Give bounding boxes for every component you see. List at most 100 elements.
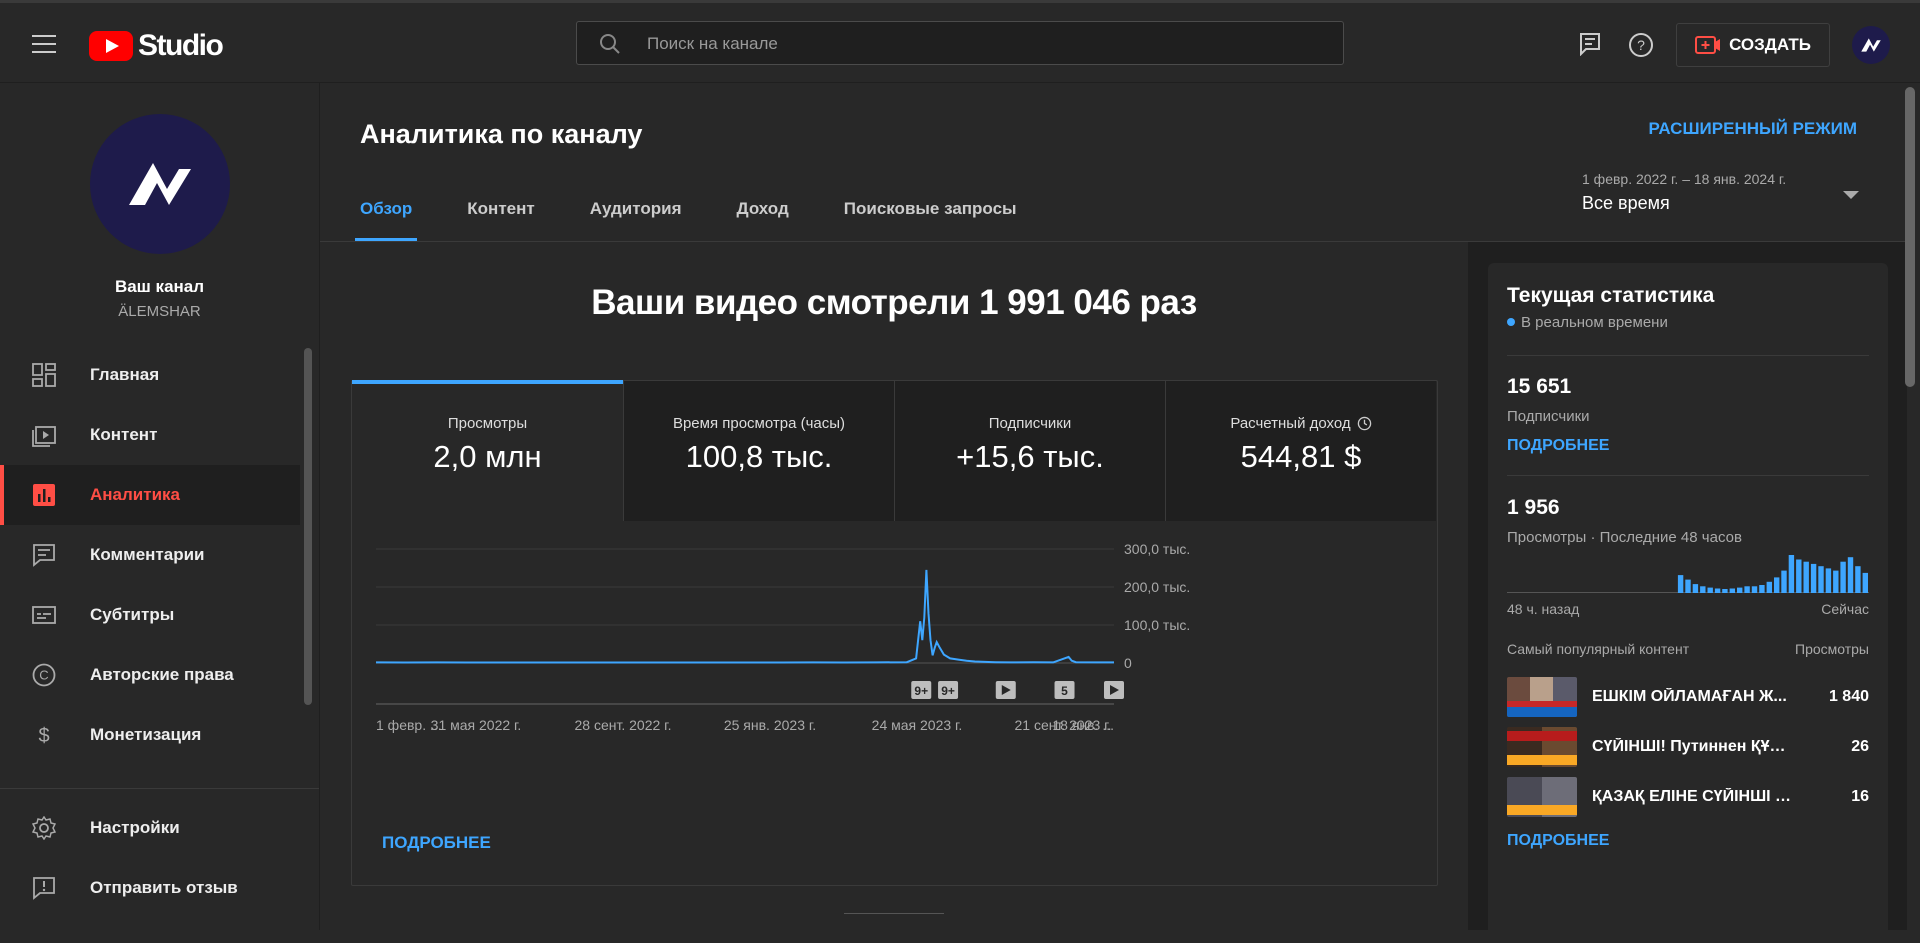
realtime-views-sparkline	[1507, 555, 1869, 593]
sidebar-item-analytics[interactable]: Аналитика	[0, 465, 300, 525]
sidebar-item-feedback[interactable]: Отправить отзыв	[0, 858, 319, 918]
metric-label: Подписчики	[988, 415, 1072, 432]
realtime-live-label: В реальном времени	[1507, 314, 1668, 331]
live-dot-icon	[1507, 318, 1515, 326]
video-title: ЕШКІМ ОЙЛАМАҒАН Ж...	[1592, 688, 1787, 705]
tab-audience[interactable]: Аудитория	[590, 199, 682, 241]
pager-line	[844, 913, 944, 914]
sparkline-bar	[1840, 561, 1846, 593]
sidebar-item-subtitles[interactable]: Субтитры	[0, 585, 300, 645]
metric-revenue[interactable]: Расчетный доход 544,81 $	[1165, 381, 1436, 521]
metric-label: Время просмотра (часы)	[672, 415, 846, 432]
sidebar-divider	[0, 788, 319, 789]
tab-overview[interactable]: Обзор	[354, 199, 418, 241]
sidebar-item-monetization[interactable]: $ Монетизация	[0, 705, 300, 765]
sparkline-bar	[1825, 568, 1832, 593]
sparkline-bar	[1766, 581, 1772, 593]
sidebar: Ваш канал ÄLEMSHAR Главная Контент Анали…	[0, 83, 320, 930]
sparkline-bar	[1700, 586, 1706, 593]
sidebar-item-label: Авторские права	[90, 665, 234, 684]
top-content-item[interactable]: ЕШКІМ ОЙЛАМАҒАН Ж... 1 840	[1507, 677, 1869, 717]
sparkline-bar	[1847, 557, 1854, 593]
create-video-icon	[1695, 36, 1721, 54]
sparkline-bar	[1685, 579, 1691, 593]
menu-icon[interactable]	[32, 35, 56, 53]
search-icon	[600, 34, 620, 54]
search-box[interactable]	[576, 21, 1344, 66]
analytics-tabs: Обзор Контент Аудитория Доход Поисковые …	[354, 199, 1072, 241]
subscribers-more-link[interactable]: ПОДРОБНЕЕ	[1507, 437, 1609, 455]
metric-subscribers[interactable]: Подписчики +15,6 тыс.	[894, 381, 1165, 521]
top-content-header: Самый популярный контент	[1507, 641, 1690, 657]
channel-avatar[interactable]	[90, 114, 230, 254]
video-views: 1 840	[1828, 688, 1869, 705]
feedback-messages-icon[interactable]	[1579, 32, 1601, 56]
advanced-mode-link[interactable]: РАСШИРЕННЫЙ РЕЖИМ	[1648, 119, 1857, 139]
video-views: 16	[1851, 788, 1869, 805]
help-icon[interactable]: ?	[1628, 32, 1654, 58]
date-preset[interactable]: Все время	[1582, 193, 1670, 214]
subtitles-icon	[32, 606, 56, 624]
tab-content[interactable]: Контент	[467, 199, 534, 241]
sparkline-bar	[1759, 585, 1765, 593]
clock-icon[interactable]	[1357, 416, 1372, 431]
metric-watch-time[interactable]: Время просмотра (часы) 100,8 тыс.	[623, 381, 894, 521]
date-range[interactable]: 1 февр. 2022 г. – 18 янв. 2024 г.	[1582, 171, 1786, 187]
y-tick-label: 300,0 тыс.	[1124, 541, 1190, 557]
release-marker-label: 9+	[941, 684, 955, 698]
dollar-icon: $	[38, 725, 49, 747]
metric-value: 2,0 млн	[433, 439, 542, 474]
sidebar-item-comments[interactable]: Комментарии	[0, 525, 300, 585]
main-scrollbar[interactable]	[1905, 87, 1915, 387]
channel-logo-icon	[1861, 38, 1881, 52]
chart-more-link[interactable]: ПОДРОБНЕЕ	[382, 833, 491, 853]
sidebar-item-label: Настройки	[90, 818, 180, 837]
sidebar-scrollbar[interactable]	[304, 348, 312, 705]
top-content-item[interactable]: СҮЙІНШІ! Путиннен ҚҰТЫ... 26	[1507, 727, 1869, 767]
top-content-more-link[interactable]: ПОДРОБНЕЕ	[1507, 832, 1609, 850]
svg-text:?: ?	[1637, 37, 1645, 53]
svg-text:C: C	[39, 668, 48, 683]
divider	[1507, 475, 1869, 476]
sidebar-item-label: Субтитры	[90, 605, 175, 624]
account-avatar[interactable]	[1852, 26, 1890, 64]
y-tick-label: 200,0 тыс.	[1124, 579, 1190, 595]
metric-views[interactable]: Просмотры 2,0 млн	[352, 380, 623, 521]
tab-search-queries[interactable]: Поисковые запросы	[844, 199, 1017, 241]
sparkline-bar	[1833, 570, 1839, 593]
sidebar-item-label: Контент	[90, 425, 158, 444]
x-tick-label: 25 янв. 2023 г.	[724, 717, 816, 733]
sparkline-bar	[1774, 577, 1780, 593]
metric-label: Просмотры	[447, 415, 528, 432]
sidebar-item-dashboard[interactable]: Главная	[0, 345, 300, 405]
top-content-item[interactable]: ҚАЗАҚ ЕЛІНЕ СҮЙІНШІ АҚ... 16	[1507, 777, 1869, 817]
gear-icon	[32, 816, 56, 840]
sidebar-item-label: Главная	[90, 365, 160, 384]
top-bar: Studio ? СОЗДАТЬ	[0, 0, 1920, 83]
sidebar-item-settings[interactable]: Настройки	[0, 798, 319, 858]
views-headline: Ваши видео смотрели 1 991 046 раз	[591, 283, 1197, 322]
chevron-down-icon[interactable]	[1843, 191, 1859, 199]
tab-revenue[interactable]: Доход	[737, 199, 789, 241]
metric-label: Расчетный доход	[1166, 415, 1436, 432]
realtime-subscribers-label: Подписчики	[1507, 408, 1590, 425]
sidebar-item-copyright[interactable]: C Авторские права	[0, 645, 300, 705]
search-input[interactable]	[645, 22, 1329, 66]
sparkline-bar	[1803, 561, 1809, 593]
sidebar-item-label: Аналитика	[90, 485, 180, 504]
video-thumbnail	[1507, 777, 1577, 817]
sparkline-bar	[1737, 587, 1743, 593]
metric-label-text: Расчетный доход	[1230, 415, 1351, 432]
metric-value: 544,81 $	[1240, 439, 1362, 474]
feedback-icon	[33, 877, 55, 900]
channel-logo-icon	[129, 163, 191, 205]
sparkline-bar	[1729, 588, 1735, 593]
metric-tabs: Просмотры 2,0 млн Время просмотра (часы)…	[352, 380, 1437, 521]
youtube-icon	[89, 31, 133, 61]
views-chart: 300,0 тыс. 200,0 тыс. 100,0 тыс. 0 9+ 9+ 5 1 фе…	[352, 521, 1437, 885]
live-text: В реальном времени	[1521, 314, 1668, 331]
create-button[interactable]: СОЗДАТЬ	[1676, 23, 1830, 67]
youtube-studio-logo[interactable]: Studio	[89, 29, 224, 63]
sparkline-bar	[1722, 589, 1728, 593]
sidebar-item-content[interactable]: Контент	[0, 405, 300, 465]
